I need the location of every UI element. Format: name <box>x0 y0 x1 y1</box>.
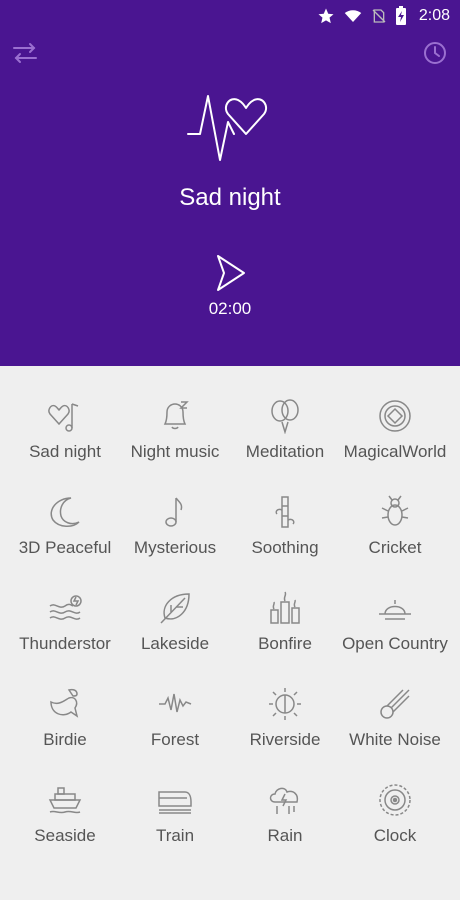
sunset-icon <box>379 600 411 620</box>
balloons-icon <box>271 399 299 434</box>
moon-icon <box>50 497 80 527</box>
train-icon <box>158 791 192 814</box>
sound-item-seaside[interactable]: Seaside <box>10 770 120 866</box>
now-playing-title: Sad night <box>179 184 281 211</box>
rain-cloud-icon <box>269 787 299 814</box>
ship-icon <box>48 787 82 814</box>
heartbeat-heart-icon <box>186 92 276 164</box>
shuffle-button[interactable] <box>12 40 38 66</box>
status-bar: 2:08 <box>0 0 460 30</box>
play-button[interactable] <box>214 254 248 292</box>
leaf-icon <box>160 593 190 624</box>
sound-item-forest[interactable]: Forest <box>120 674 230 770</box>
sound-item-thunderstor[interactable]: Thunderstor <box>10 578 120 674</box>
sound-item-rain[interactable]: Rain <box>230 770 340 866</box>
sound-item-mysterious[interactable]: Mysterious <box>120 482 230 578</box>
sound-item-open-country[interactable]: Open Country <box>340 578 450 674</box>
status-icons: 2:08 <box>317 6 450 26</box>
bird-icon <box>50 688 79 718</box>
now-playing-header: 2:08 Sad night 02:00 <box>0 0 460 366</box>
sound-item-meditation[interactable]: Meditation <box>230 386 340 482</box>
clock-face-icon <box>379 784 411 816</box>
storm-waves-icon <box>49 595 82 620</box>
bamboo-icon <box>275 496 295 528</box>
candles-icon <box>270 591 300 624</box>
timer-display: 02:00 <box>208 299 252 318</box>
sound-item-train[interactable]: Train <box>120 770 230 866</box>
sound-item-riverside[interactable]: Riverside <box>230 674 340 770</box>
wifi-icon <box>344 10 362 22</box>
star-icon <box>318 8 334 24</box>
shuffle-icon <box>13 43 37 63</box>
music-note-icon <box>165 497 183 527</box>
play-icon <box>217 255 245 291</box>
sound-item-3d-peaceful[interactable]: 3D Peaceful <box>10 482 120 578</box>
bug-icon <box>381 495 409 526</box>
sound-item-lakeside[interactable]: Lakeside <box>120 578 230 674</box>
clock-icon <box>424 42 446 64</box>
sound-grid: Sad night Night music Meditation Magical… <box>0 366 460 900</box>
compass-icon <box>379 400 411 432</box>
sun-icon <box>269 688 301 720</box>
sound-item-birdie[interactable]: Birdie <box>10 674 120 770</box>
sound-item-soothing[interactable]: Soothing <box>230 482 340 578</box>
waveform-icon <box>159 693 192 713</box>
no-sim-icon <box>372 9 386 23</box>
bell-icon <box>163 401 189 430</box>
sound-item-night-music[interactable]: Night music <box>120 386 230 482</box>
heart-music-icon <box>48 403 79 432</box>
status-time: 2:08 <box>418 7 450 24</box>
sound-item-clock[interactable]: Clock <box>340 770 450 866</box>
battery-icon <box>395 6 406 25</box>
sound-item-magicalworld[interactable]: MagicalWorld <box>340 386 450 482</box>
sound-item-white-noise[interactable]: White Noise <box>340 674 450 770</box>
sound-item-cricket[interactable]: Cricket <box>340 482 450 578</box>
comet-icon <box>380 689 410 719</box>
timer-button[interactable] <box>422 40 448 66</box>
sound-item-bonfire[interactable]: Bonfire <box>230 578 340 674</box>
sound-item-sad-night[interactable]: Sad night <box>10 386 120 482</box>
